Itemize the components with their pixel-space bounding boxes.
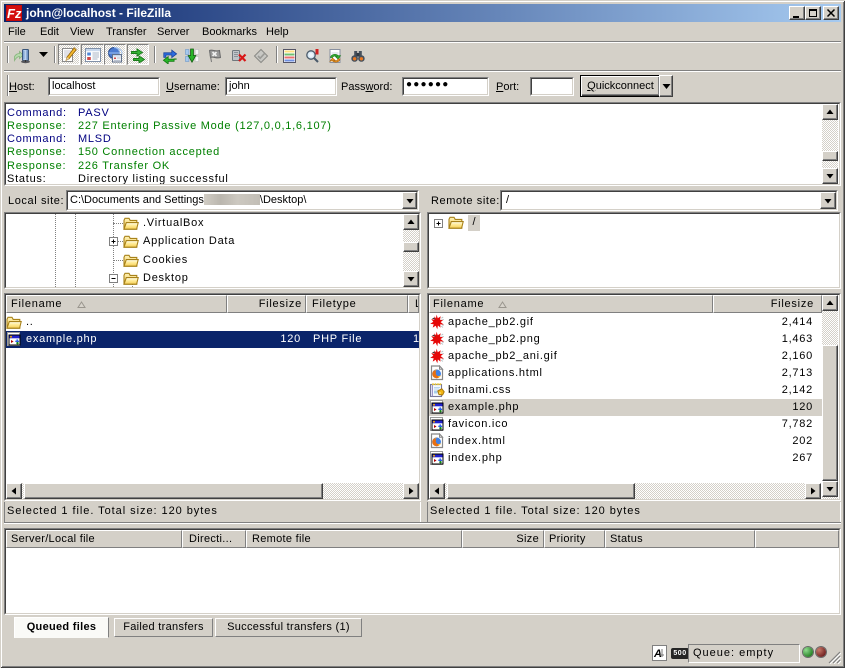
svg-text:A: A	[653, 648, 662, 660]
svg-text:Fz: Fz	[7, 6, 22, 21]
